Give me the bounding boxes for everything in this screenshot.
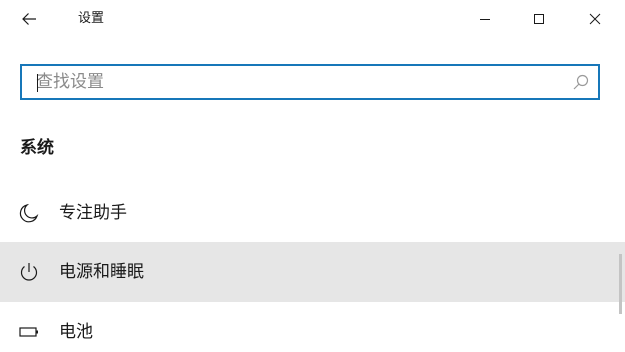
settings-window: 设置 系统 专注助手	[0, 0, 625, 352]
sidebar-item-battery[interactable]: 电池	[0, 302, 625, 352]
sidebar-item-power-sleep[interactable]: 电源和睡眠	[0, 242, 625, 302]
moon-icon	[19, 203, 39, 223]
arrow-left-icon	[22, 13, 36, 25]
back-button[interactable]	[6, 0, 52, 38]
search-box[interactable]	[20, 64, 600, 100]
section-title: 系统	[20, 138, 54, 158]
sidebar-item-focus-assist[interactable]: 专注助手	[0, 183, 625, 243]
window-title: 设置	[78, 11, 105, 26]
minimize-button[interactable]	[462, 0, 508, 38]
close-button[interactable]	[572, 0, 618, 38]
maximize-button[interactable]	[516, 0, 562, 38]
power-icon	[20, 263, 38, 281]
close-icon	[589, 13, 601, 25]
scrollbar[interactable]	[619, 254, 622, 314]
search-icon[interactable]	[572, 73, 590, 91]
text-caret	[37, 74, 38, 92]
sidebar-item-label: 专注助手	[59, 203, 127, 223]
minimize-icon	[480, 19, 490, 20]
maximize-icon	[534, 14, 544, 24]
sidebar-item-label: 电池	[59, 322, 93, 342]
sidebar-item-label: 电源和睡眠	[59, 262, 144, 282]
title-bar: 设置	[0, 0, 625, 38]
battery-icon	[19, 327, 38, 337]
search-input[interactable]	[36, 66, 556, 98]
